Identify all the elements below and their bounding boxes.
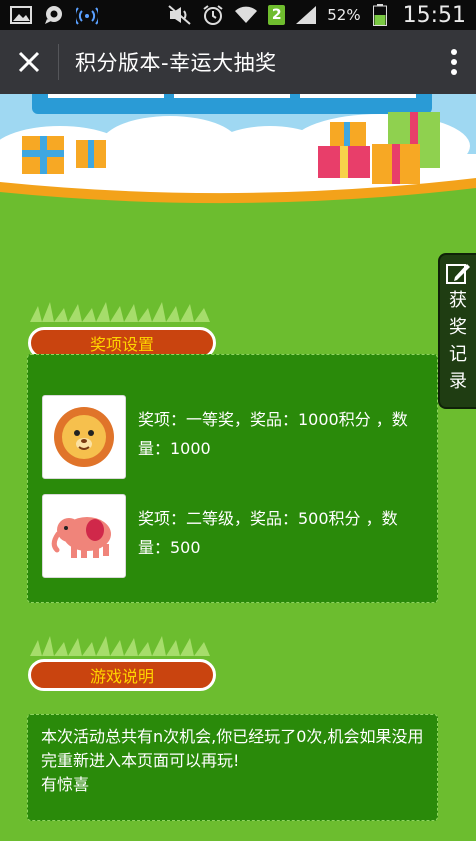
chat-notification-icon	[42, 5, 66, 25]
instructions-line: 本次活动总共有n次机会,你已经玩了0次,机会如果没用完重新进入本页面可以再玩!	[41, 727, 424, 770]
elephant-icon	[51, 517, 111, 558]
app-screen: 2 52% 15:51 积分版本-幸运大抽奖 获奖记录 奖项设置 奖项：一等奖，…	[0, 0, 476, 841]
wifi-hotspot-icon	[76, 5, 98, 25]
lion-icon	[54, 407, 114, 467]
status-left	[10, 5, 98, 25]
side-tab-label: 获奖记录	[449, 290, 467, 392]
alarm-icon	[202, 4, 224, 26]
battery-icon	[372, 4, 387, 26]
title-bar: 积分版本-幸运大抽奖	[0, 30, 476, 94]
game-instructions-header: 游戏说明	[28, 659, 216, 691]
prize-item-second: 奖项：二等级，奖品：500积分 ，数量：500	[42, 494, 420, 578]
close-icon	[18, 51, 40, 73]
gallery-notification-icon	[10, 6, 32, 24]
grass-decoration	[30, 302, 210, 322]
prize-description: 奖项：一等奖，奖品：1000积分 ，数量：1000	[138, 410, 408, 458]
status-right: 2 52% 15:51	[168, 3, 466, 28]
prize-panel: 奖项：一等奖，奖品：1000积分 ，数量：1000 奖项：二等级，奖品：500积…	[27, 354, 438, 603]
banner-illustration	[0, 94, 476, 224]
instructions-line: 有惊喜	[41, 775, 90, 794]
sim-slot-badge: 2	[268, 5, 286, 25]
edit-icon	[446, 264, 470, 284]
status-time: 15:51	[402, 2, 466, 28]
win-records-tab[interactable]: 获奖记录	[438, 253, 476, 409]
status-bar: 2 52% 15:51	[0, 0, 476, 30]
more-options-button[interactable]	[432, 30, 476, 94]
game-instructions-panel: 本次活动总共有n次机会,你已经玩了0次,机会如果没用完重新进入本页面可以再玩! …	[27, 714, 438, 821]
battery-percent: 52%	[327, 6, 361, 24]
prize-image	[42, 494, 126, 578]
prize-description: 奖项：二等级，奖品：500积分 ，数量：500	[138, 509, 398, 557]
wifi-icon	[234, 5, 258, 25]
page-title: 积分版本-幸运大抽奖	[75, 51, 277, 75]
prize-item-first: 奖项：一等奖，奖品：1000积分 ，数量：1000	[42, 395, 420, 479]
mute-icon	[168, 5, 192, 25]
signal-icon	[295, 5, 317, 25]
close-button[interactable]	[0, 30, 58, 94]
game-instructions-text: 本次活动总共有n次机会,你已经玩了0次,机会如果没用完重新进入本页面可以再玩! …	[41, 725, 427, 797]
grass-decoration	[30, 636, 210, 656]
prize-image	[42, 395, 126, 479]
title-divider	[58, 44, 59, 80]
vertical-dots-icon	[451, 49, 457, 75]
